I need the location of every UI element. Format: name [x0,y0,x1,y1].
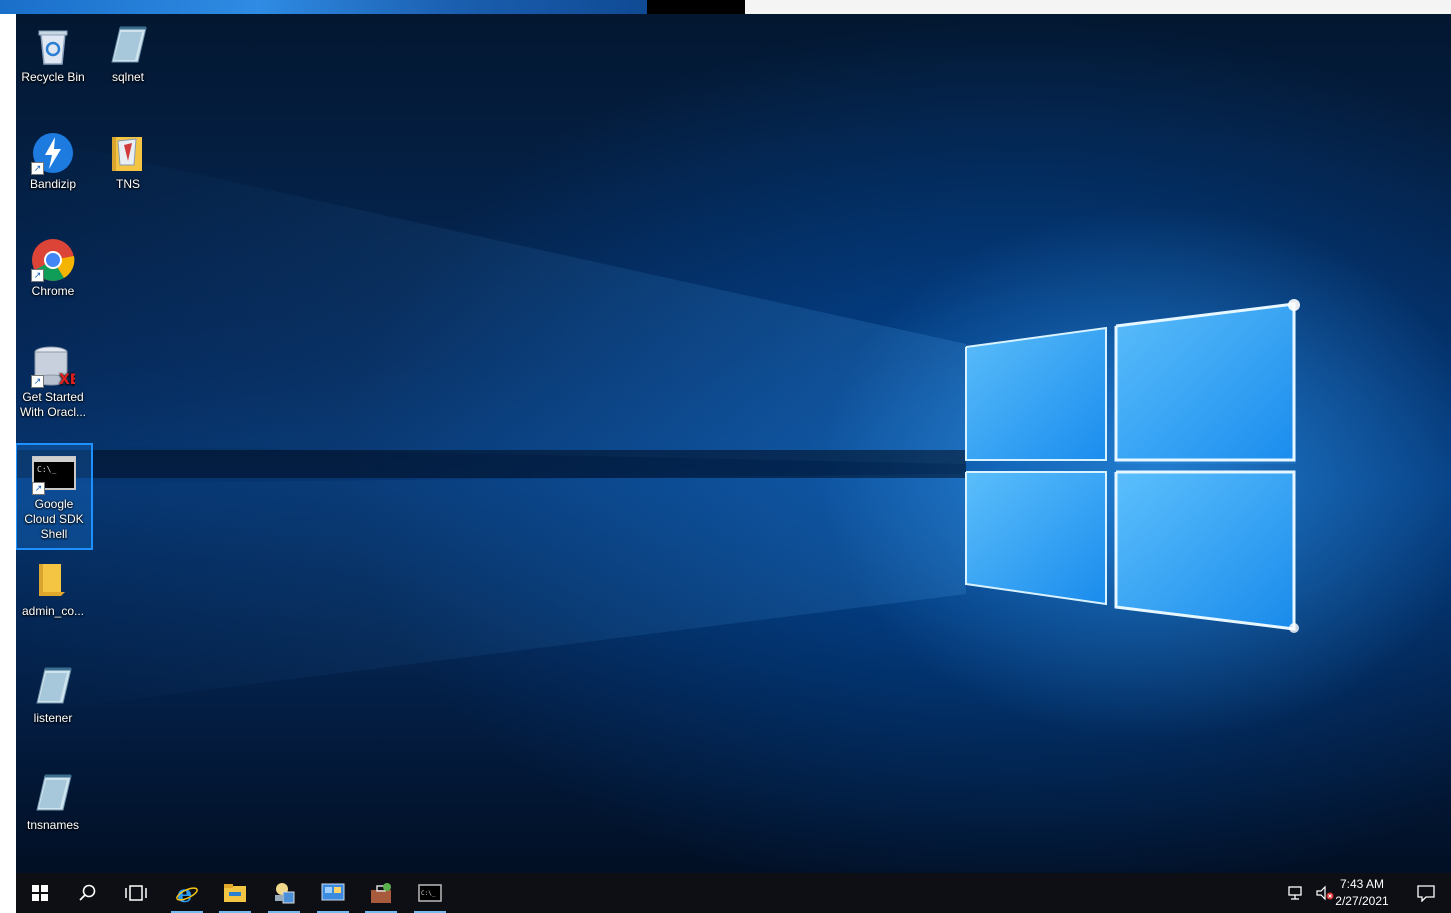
top-strip-light [745,0,1451,14]
desktop-icon-tns-folder[interactable]: TNS [91,125,165,192]
notepad-file-icon [106,24,150,68]
remote-session-top-strip [0,0,1451,14]
folder-icon [31,558,75,602]
top-strip-blue [0,0,647,14]
icon-label: Google Cloud SDK Shell [24,497,84,541]
bandizip-icon: ↗ [31,131,75,175]
file-explorer-icon [224,884,246,902]
oracle-xe-icon: XE ↗ [31,344,79,388]
shortcut-arrow-icon: ↗ [31,269,44,282]
taskbar: e C:\_ 7:43 AM 2/27/2021 [16,873,1451,913]
shortcut-arrow-icon: ↗ [31,162,44,175]
server-manager-icon [275,883,295,904]
taskbar-server-manager[interactable] [264,873,304,913]
icon-label: TNS [116,177,140,191]
svg-text:e: e [177,881,192,905]
svg-text:C:\_: C:\_ [37,465,56,474]
icon-label: Get Started With Oracl... [19,390,86,419]
toolbox-icon [371,883,391,903]
windows-logo-icon [32,885,48,901]
desktop-icon-oracle-get-started[interactable]: XE ↗ Get Started With Oracl... [16,338,90,420]
chrome-icon: ↗ [31,238,75,282]
icon-label: Chrome [31,284,75,298]
taskbar-toolbox[interactable] [361,873,401,913]
clock-time: 7:43 AM [1339,877,1385,891]
top-strip-black [647,0,745,14]
icon-label: listener [33,711,73,725]
start-button[interactable] [20,873,60,913]
search-button[interactable] [68,873,108,913]
notepad-file-icon [31,772,75,816]
desktop-icon-google-cloud-sdk-shell[interactable]: C:\_ ↗ Google Cloud SDK Shell [16,443,93,550]
search-icon [79,884,96,901]
taskbar-internet-explorer[interactable]: e [167,873,207,913]
shortcut-arrow-icon: ↗ [32,482,45,495]
task-view-button[interactable] [116,873,156,913]
internet-explorer-icon: e [176,881,198,905]
action-center-icon [1417,885,1435,902]
icon-label: Bandizip [29,177,77,191]
icon-label: Recycle Bin [21,70,85,84]
network-icon [1288,886,1302,900]
wallpaper-windows-logo [16,134,1300,714]
action-center-button[interactable] [1406,873,1446,913]
taskbar-command-prompt[interactable]: C:\_ [410,873,450,913]
icon-label: admin_co... [21,604,85,618]
taskbar-clock[interactable]: 7:43 AM 2/27/2021 [1327,876,1397,910]
folder-icon [106,131,150,175]
control-panel-icon [321,883,345,901]
cmd-shell-icon: C:\_ [418,884,442,902]
desktop-icon-chrome[interactable]: ↗ Chrome [16,232,90,299]
recycle-bin-icon [31,24,75,68]
taskbar-file-explorer[interactable] [215,873,255,913]
notepad-file-icon [31,665,75,709]
desktop-icon-admin-folder[interactable]: admin_co... [16,552,90,619]
desktop-icon-recycle-bin[interactable]: Recycle Bin [16,18,90,85]
desktop-icon-tnsnames[interactable]: tnsnames [16,766,90,833]
left-strip [0,14,16,913]
icon-label: tnsnames [26,818,80,832]
shortcut-arrow-icon: ↗ [31,375,44,388]
desktop[interactable]: Recycle Bin ↗ Bandizip ↗ Chrome XE ↗ Get… [16,14,1451,873]
svg-text:C:\_: C:\_ [421,890,436,897]
cmd-shell-icon: C:\_ ↗ [32,451,76,495]
svg-text:XE: XE [59,372,75,388]
desktop-icon-bandizip[interactable]: ↗ Bandizip [16,125,90,192]
task-view-icon [125,885,147,901]
tray-network[interactable] [1284,873,1310,913]
desktop-icon-sqlnet[interactable]: sqlnet [91,18,165,85]
desktop-icon-listener[interactable]: listener [16,659,90,726]
icon-label: sqlnet [111,70,145,84]
clock-date: 2/27/2021 [1335,894,1389,908]
taskbar-control-panel[interactable] [313,873,353,913]
